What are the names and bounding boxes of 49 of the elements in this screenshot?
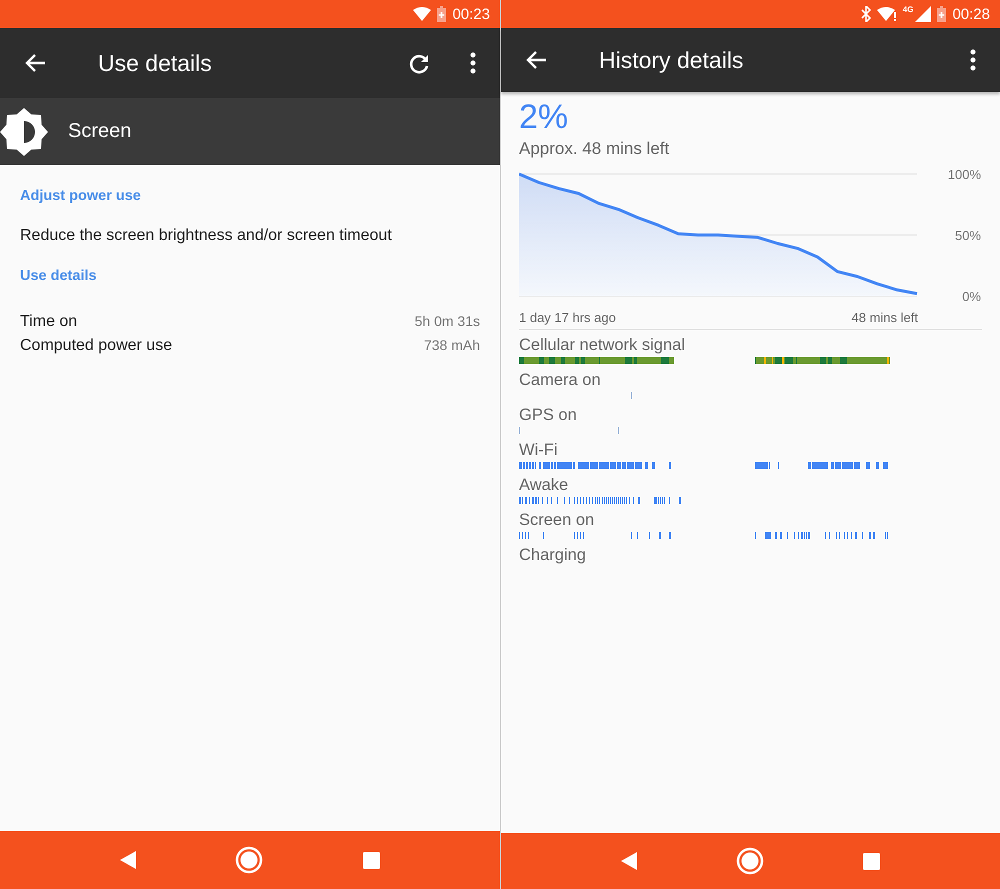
section-heading: Use details <box>20 268 97 284</box>
clock-time: 00:23 <box>452 6 490 22</box>
axis-label: 0% <box>962 289 981 301</box>
timeline-label: Charging <box>519 546 587 565</box>
stat-label: Computed power use <box>20 337 172 355</box>
back-triangle-icon <box>620 852 637 870</box>
timeline-label: Screen on <box>519 511 596 530</box>
network-type: 4G <box>902 5 914 14</box>
wifi-alert-icon <box>876 6 897 22</box>
back-arrow-icon <box>525 49 547 71</box>
app-name: Screen <box>68 120 132 143</box>
stat-value: 5h 0m 31s <box>414 313 480 331</box>
section-heading: Adjust power use <box>20 188 141 204</box>
recents-square-icon <box>863 852 880 870</box>
home-circle-icon <box>736 847 764 875</box>
back-arrow-icon <box>24 52 46 74</box>
stat-value: 738 mAh <box>424 337 480 355</box>
more-vertical-icon <box>970 49 976 71</box>
axis-label: 100% <box>948 169 981 182</box>
time-range-label: 1 day 17 hrs ago <box>519 310 616 325</box>
timeline-label: Cellular network signal <box>519 336 686 355</box>
battery-percent: 2% <box>519 98 568 137</box>
activity-timeline <box>631 392 632 399</box>
axis-label: 50% <box>954 228 981 243</box>
home-button[interactable] <box>736 847 764 875</box>
recents-button[interactable] <box>363 852 380 868</box>
wifi-icon <box>413 7 432 21</box>
recents-square-icon <box>363 852 380 868</box>
bluetooth-icon <box>860 6 871 22</box>
recents-button[interactable] <box>863 852 880 870</box>
home-button[interactable] <box>235 846 264 874</box>
timeline-label: Awake <box>519 476 570 495</box>
clock-time: 00:28 <box>952 6 990 22</box>
tip-text: Reduce the screen brightness and/or screen timeout <box>20 227 393 245</box>
home-circle-icon <box>235 846 264 874</box>
time-estimate: Approx. 48 mins left <box>519 139 670 159</box>
time-range-label: 48 mins left <box>852 310 918 325</box>
battery-charging-icon <box>437 6 446 22</box>
more-vertical-icon <box>470 52 476 74</box>
back-triangle-icon <box>120 851 136 869</box>
timeline-label: Camera on <box>519 371 602 390</box>
screen-title: Use details <box>98 50 213 76</box>
battery-charging-icon <box>937 6 946 22</box>
timeline-label: Wi-Fi <box>519 441 558 460</box>
cell-signal-icon <box>915 6 932 22</box>
stat-label: Time on <box>20 313 78 331</box>
timeline-label: GPS on <box>519 406 578 425</box>
refresh-icon <box>408 52 430 74</box>
screen-title: History details <box>599 46 744 74</box>
